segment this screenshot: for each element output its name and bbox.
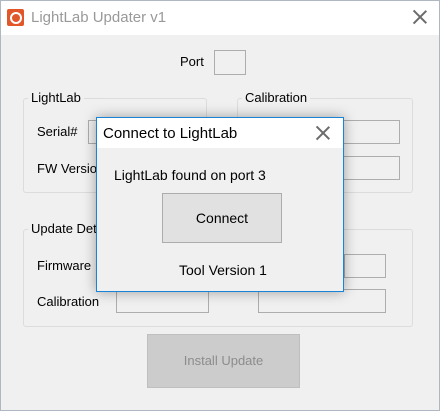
port-label: Port — [180, 54, 204, 69]
connect-button[interactable]: Connect — [162, 193, 282, 243]
fw-version-label: FW Version — [37, 161, 105, 176]
calibration-version-field[interactable] — [258, 289, 386, 313]
port-field[interactable] — [214, 50, 246, 75]
firmware-label: Firmware — [37, 258, 92, 273]
connect-dialog: Connect to LightLab LightLab found on po… — [96, 117, 344, 292]
title-bar: LightLab Updater v1 — [1, 1, 439, 35]
install-update-button[interactable]: Install Update — [147, 334, 300, 388]
dialog-message: LightLab found on port 3 — [114, 167, 266, 183]
calibration-label: Calibration — [37, 294, 100, 309]
tool-version-label: Tool Version 1 — [179, 262, 267, 278]
calibration-file-field[interactable] — [116, 289, 209, 313]
calibration-field-2[interactable] — [343, 156, 400, 180]
window-title: LightLab Updater v1 — [31, 9, 167, 26]
calibration-group-title: Calibration — [242, 90, 311, 105]
dialog-title-bar: Connect to LightLab — [97, 118, 343, 148]
dialog-title: Connect to LightLab — [103, 125, 238, 142]
app-logo-icon — [7, 9, 24, 26]
lightlab-group-title: LightLab — [28, 90, 84, 105]
dialog-close-icon[interactable] — [314, 124, 332, 142]
calibration-field-1[interactable] — [343, 120, 400, 144]
firmware-version-field[interactable] — [344, 254, 386, 278]
serial-label: Serial# — [37, 124, 78, 139]
window-close-icon[interactable] — [411, 8, 429, 26]
